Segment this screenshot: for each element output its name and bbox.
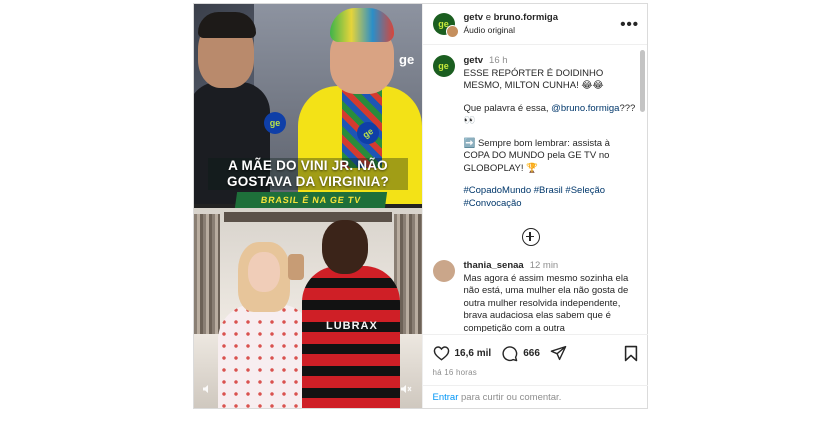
caption-line-2-prefix: Que palavra é essa,: [463, 102, 549, 114]
comment-body: thania_senaa 12 min Mas agora é assim mes…: [464, 260, 636, 332]
caption-line-1: ESSE REPÓRTER É DOIDINHO MESMO, MILTON C…: [463, 67, 604, 92]
man-head: [322, 220, 368, 274]
woman-face: [248, 252, 280, 292]
caption-avatar[interactable]: ge: [432, 55, 455, 77]
man-figure: [302, 266, 400, 408]
audio-icon[interactable]: [202, 384, 212, 397]
load-more-comments-icon[interactable]: [521, 228, 540, 246]
post-authors: getv e bruno.formiga: [464, 11, 621, 24]
post-caption: ge getv 16 h ESSE REPÓRTER É DOIDINHO MES…: [432, 55, 638, 210]
share-icon: [550, 345, 567, 361]
account-link[interactable]: getv: [464, 12, 484, 23]
comment-count[interactable]: 666: [523, 348, 540, 359]
instagram-post: ge ge ge A MÃE DO VINI JR. NÃO GOSTAVA D…: [193, 3, 648, 409]
caption-body: getv 16 h ESSE REPÓRTER É DOIDINHO MESMO,…: [464, 55, 636, 210]
post-header: ge getv e bruno.formiga Áudio original •…: [422, 4, 647, 45]
comments-scrollbar[interactable]: [640, 50, 645, 112]
comments-list[interactable]: ge getv 16 h ESSE REPÓRTER É DOIDINHO MES…: [423, 46, 648, 332]
collaborator-link[interactable]: bruno.formiga: [494, 12, 558, 23]
post-actions: 16,6 mil 666 há 16 horas Entrar para cur…: [422, 334, 648, 409]
like-count[interactable]: 16,6 mil: [455, 348, 492, 359]
action-bar: 16,6 mil 666: [433, 343, 638, 363]
closet-shelf: [224, 212, 392, 222]
save-button[interactable]: [624, 345, 638, 362]
comment-icon: [502, 345, 518, 361]
post-time-ago[interactable]: há 16 horas: [433, 368, 638, 377]
guest-hair: [330, 8, 394, 42]
share-button[interactable]: [550, 345, 567, 361]
mention-link[interactable]: @bruno.formiga: [551, 103, 619, 114]
post-header-text: getv e bruno.formiga Áudio original: [464, 11, 621, 37]
hashtag-links[interactable]: #CopadoMundo #Brasil #Seleção #Convocaçã…: [464, 185, 636, 210]
microphone-icon: ge: [264, 112, 286, 134]
caption-line-3: ➡️ Sempre bom lembrar: assista à COPA DO…: [463, 137, 610, 174]
video-ribbon: BRASIL É NA GE TV: [234, 192, 388, 208]
comment-username[interactable]: thania_senaa: [464, 260, 524, 271]
clothes-rack: [194, 214, 220, 334]
commenter-avatar[interactable]: [432, 260, 455, 282]
reporter-hair: [198, 12, 256, 38]
comment-button[interactable]: 666: [501, 345, 540, 362]
phone: [288, 254, 304, 280]
more-horizontal-icon[interactable]: •••: [620, 16, 639, 33]
heart-icon: [433, 346, 449, 361]
comment-prompt: Entrar para curtir ou comentar.: [422, 385, 648, 409]
like-button[interactable]: 16,6 mil: [433, 345, 492, 361]
caption-time[interactable]: 16 h: [489, 55, 508, 66]
account-avatar[interactable]: ge: [432, 13, 459, 38]
ge-watermark: ge: [399, 52, 415, 67]
comment-prompt-text: para curtir ou comentar.: [458, 392, 562, 403]
jersey-logo: LUBRAX: [326, 320, 378, 332]
post-sidebar: ge getv e bruno.formiga Áudio original •…: [421, 4, 648, 409]
caption-line-2: Que palavra é essa, @bruno.formiga??? 👀: [464, 103, 636, 128]
caption-username[interactable]: getv: [464, 55, 484, 66]
comment-text: Mas agora é assim mesmo sozinha ela não …: [463, 272, 629, 333]
comment-time: 12 min: [529, 260, 559, 271]
bookmark-icon: [624, 345, 637, 361]
post-media[interactable]: ge ge ge A MÃE DO VINI JR. NÃO GOSTAVA D…: [194, 4, 422, 408]
author-separator: e: [485, 12, 491, 23]
mute-icon[interactable]: [400, 384, 412, 397]
comment-item: thania_senaa 12 min Mas agora é assim mes…: [432, 260, 638, 332]
login-link[interactable]: Entrar: [433, 392, 459, 403]
pajama-pattern: [218, 304, 314, 408]
closet-scene: LUBRAX: [194, 208, 422, 408]
audio-label[interactable]: Áudio original: [464, 24, 621, 37]
video-headline: A MÃE DO VINI JR. NÃO GOSTAVA DA VIRGINI…: [208, 158, 408, 190]
interview-scene: ge ge ge A MÃE DO VINI JR. NÃO GOSTAVA D…: [194, 4, 422, 204]
